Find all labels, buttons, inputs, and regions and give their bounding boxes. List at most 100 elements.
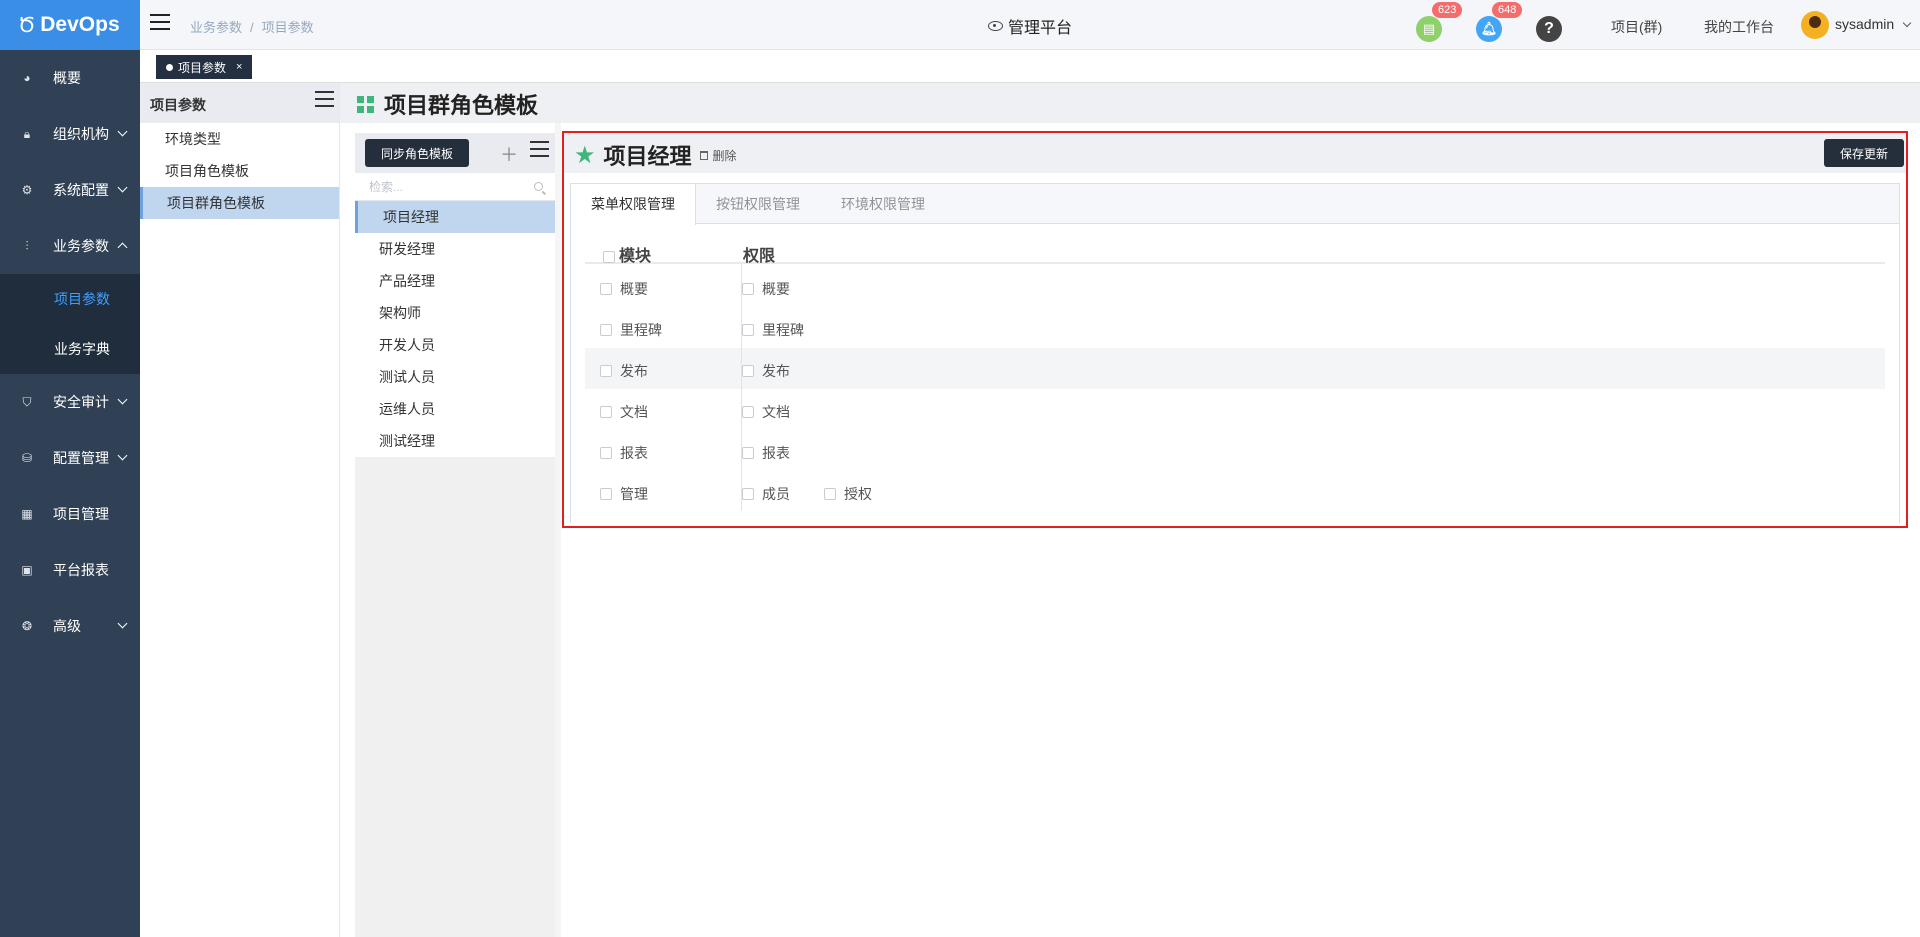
role-item[interactable]: 项目经理 [355, 201, 555, 233]
sidebar-item-platform-reports[interactable]: ▣ 平台报表 [0, 542, 140, 598]
permission-cell: 里程碑 [742, 320, 804, 340]
sidebar-item-label: 系统配置 [53, 182, 109, 198]
grid-icon [357, 95, 374, 113]
module-cell: 发布 [600, 361, 648, 381]
list-menu-icon[interactable] [530, 141, 549, 157]
sidebar-item-project-management[interactable]: ▦ 项目管理 [0, 486, 140, 542]
advanced-icon: ❂ [21, 619, 33, 633]
permission-checkbox[interactable] [742, 447, 754, 459]
app-logo-text: DevOps [40, 13, 120, 36]
role-item[interactable]: 研发经理 [355, 233, 555, 265]
role-list: 项目经理 研发经理 产品经理 架构师 开发人员 测试人员 运维人员 测试经理 [355, 201, 555, 457]
role-search [355, 173, 555, 201]
close-icon[interactable]: × [236, 61, 242, 73]
role-item[interactable]: 运维人员 [355, 393, 555, 425]
permission-checkbox[interactable] [742, 283, 754, 295]
save-update-button[interactable]: 保存更新 [1824, 139, 1904, 167]
visited-tabs-bar: 项目参数 × [140, 50, 1920, 83]
permission-cell: 概要 [742, 279, 790, 299]
module-checkbox[interactable] [600, 488, 612, 500]
help-icon[interactable]: ? [1536, 16, 1562, 42]
permission-row: 文档 文档 [585, 389, 1885, 430]
permission-label: 成员 [762, 486, 790, 502]
module-checkbox[interactable] [600, 324, 612, 336]
sync-role-template-button[interactable]: 同步角色模板 [365, 139, 469, 167]
search-input[interactable] [355, 173, 505, 201]
platform-label: 管理平台 [1008, 20, 1073, 37]
avatar[interactable] [1801, 11, 1829, 39]
sidebar-subitem-project-params[interactable]: 项目参数 [0, 274, 140, 324]
category-item[interactable]: 环境类型 [140, 123, 339, 155]
role-item[interactable]: 测试人员 [355, 361, 555, 393]
module-checkbox[interactable] [600, 365, 612, 377]
category-item[interactable]: 项目角色模板 [140, 155, 339, 187]
sidebar-item-system-config[interactable]: ⚙ 系统配置 [0, 162, 140, 218]
select-all-checkbox[interactable] [603, 250, 615, 263]
tab-environment-permissions[interactable]: 环境权限管理 [821, 184, 946, 223]
database-icon: ⛁ [21, 451, 33, 465]
permission-checkbox[interactable] [742, 488, 754, 500]
sidebar-item-organization[interactable]: 🔒︎ 组织机构 [0, 106, 140, 162]
module-checkbox[interactable] [600, 283, 612, 295]
permission-checkbox[interactable] [742, 324, 754, 336]
gear-icon: ⚙ [21, 183, 33, 197]
role-detail-title: ★ 项目经理 删除 [574, 139, 737, 171]
task-icon[interactable]: ▤ [1416, 16, 1442, 42]
sidebar-item-label: 高级 [53, 618, 81, 634]
role-item[interactable]: 开发人员 [355, 329, 555, 361]
sidebar-subitem-business-dictionary[interactable]: 业务字典 [0, 324, 140, 374]
list-menu-icon[interactable] [315, 91, 334, 107]
delete-button[interactable]: 删除 [699, 147, 737, 164]
permission-column-header: 权限 [743, 248, 776, 265]
permission-tabs: 菜单权限管理 按钮权限管理 环境权限管理 模块 权限 概要 概要 里程碑 里程碑… [570, 183, 1900, 523]
app-logo[interactable]: Ծ DevOps [0, 0, 140, 50]
permission-checkbox[interactable] [824, 488, 836, 500]
bell-icon[interactable]: 🔔︎ [1476, 16, 1502, 42]
permission-cell: 报表 [742, 443, 790, 463]
module-label: 发布 [620, 363, 648, 379]
add-icon[interactable]: ＋ [500, 141, 518, 167]
my-workbench-link[interactable]: 我的工作台 [1704, 17, 1774, 37]
sidebar-item-label: 平台报表 [53, 562, 109, 578]
role-item[interactable]: 架构师 [355, 297, 555, 329]
permission-checkbox[interactable] [742, 365, 754, 377]
module-header-label: 模块 [619, 248, 652, 265]
permission-row: 里程碑 里程碑 [585, 307, 1885, 348]
module-label: 管理 [620, 486, 648, 502]
sidebar-item-advanced[interactable]: ❂ 高级 [0, 598, 140, 654]
scrollbar[interactable] [555, 123, 561, 937]
module-cell: 里程碑 [600, 320, 662, 340]
sliders-icon: ⫶ [25, 238, 29, 253]
sidebar-item-config-management[interactable]: ⛁ 配置管理 [0, 430, 140, 486]
notification-count-badge: 648 [1492, 2, 1523, 18]
permission-label: 授权 [844, 486, 872, 502]
sidebar-item-overview[interactable]: ◕ 概要 [0, 50, 140, 106]
role-item[interactable]: 产品经理 [355, 265, 555, 297]
platform-switch[interactable]: 管理平台 [988, 14, 1072, 38]
permission-label: 概要 [762, 281, 790, 297]
star-icon: ★ [574, 141, 596, 169]
category-item[interactable]: 项目群角色模板 [140, 187, 339, 219]
breadcrumb-item[interactable]: 业务参数 [190, 20, 242, 35]
eye-icon [988, 21, 1003, 31]
visited-tab[interactable]: 项目参数 × [156, 55, 253, 79]
search-icon[interactable] [534, 182, 543, 191]
module-checkbox[interactable] [600, 406, 612, 418]
user-menu[interactable]: sysadmin [1835, 16, 1912, 32]
task-count-badge: 623 [1432, 2, 1463, 18]
hamburger-menu-icon[interactable] [150, 14, 170, 30]
permission-label: 里程碑 [762, 322, 804, 338]
sidebar-item-security-audit[interactable]: ⛉ 安全审计 [0, 374, 140, 430]
tab-button-permissions[interactable]: 按钮权限管理 [696, 184, 821, 223]
column-divider [741, 264, 742, 511]
permission-cell: 成员 [742, 484, 790, 504]
role-item[interactable]: 测试经理 [355, 425, 555, 457]
project-group-link[interactable]: 项目(群) [1611, 17, 1662, 37]
module-cell: 概要 [600, 279, 648, 299]
chevron-up-icon [117, 242, 128, 253]
sidebar-item-business-params[interactable]: ⫶ 业务参数 [0, 218, 140, 274]
permission-checkbox[interactable] [742, 406, 754, 418]
trash-icon [699, 150, 708, 160]
tab-menu-permissions[interactable]: 菜单权限管理 [571, 184, 696, 225]
module-checkbox[interactable] [600, 447, 612, 459]
